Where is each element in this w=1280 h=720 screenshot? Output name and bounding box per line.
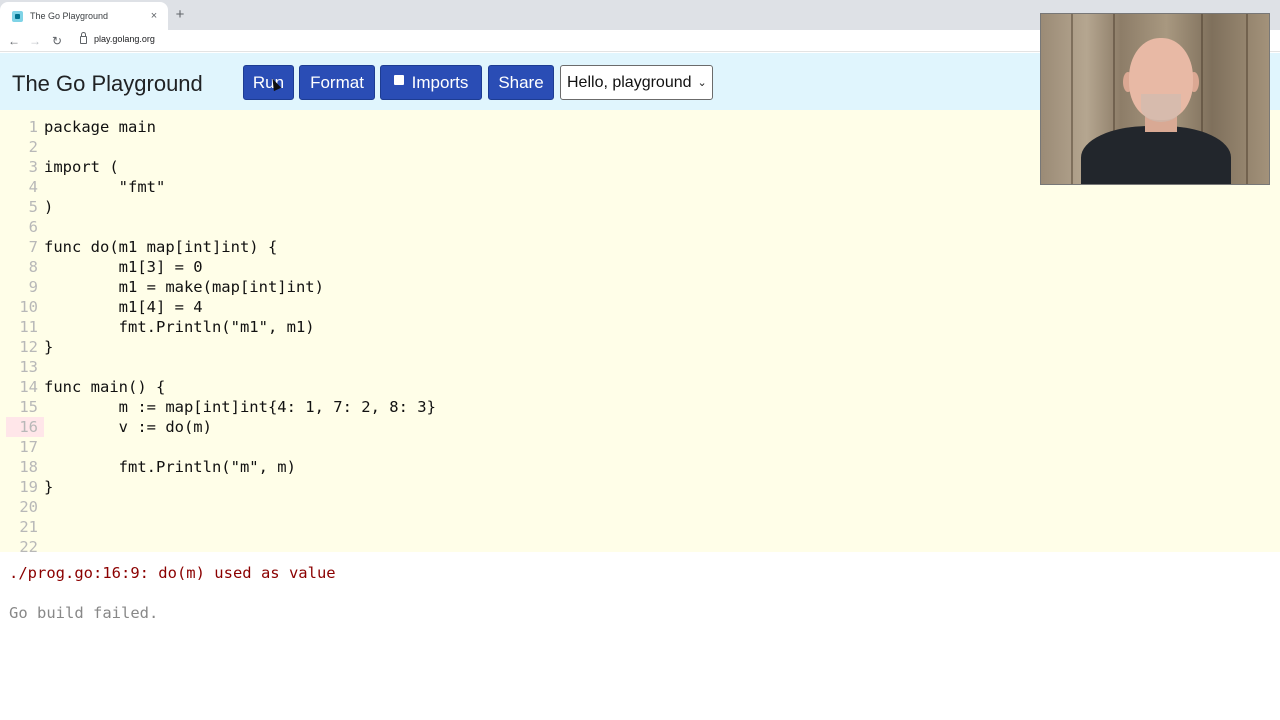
tab-close-icon[interactable]: × [148, 10, 160, 22]
code-line[interactable]: 7 func do(m1 map[int]int) { [0, 237, 1280, 257]
run-button[interactable]: Run [243, 65, 294, 100]
code-text[interactable]: m1 = make(map[int]int) [44, 277, 324, 297]
line-number: 21 [19, 518, 38, 536]
code-line[interactable]: 18 fmt.Println("m", m) [0, 457, 1280, 477]
reload-icon[interactable]: ↻ [49, 33, 65, 49]
gopher-favicon-icon [12, 10, 23, 22]
new-tab-icon[interactable]: + [172, 7, 188, 23]
imports-label: Imports [411, 72, 469, 92]
code-line[interactable]: 12} [0, 337, 1280, 357]
line-number: 3 [28, 158, 38, 176]
line-number: 9 [28, 278, 38, 296]
code-line[interactable]: 16 v := do(m) [0, 417, 1280, 437]
code-text[interactable]: package main [44, 117, 156, 137]
line-number: 1 [28, 118, 38, 136]
code-text[interactable]: ) [44, 197, 53, 217]
line-number: 14 [19, 378, 38, 396]
code-text[interactable]: "fmt" [44, 177, 166, 197]
imports-checkbox[interactable] [393, 74, 404, 85]
code-text[interactable]: } [44, 477, 53, 497]
code-line[interactable]: 11 fmt.Println("m1", m1) [0, 317, 1280, 337]
imports-button[interactable]: Imports [380, 65, 482, 100]
line-number: 2 [28, 138, 38, 156]
code-text[interactable]: v := do(m) [44, 417, 212, 437]
code-line[interactable]: 17 [0, 437, 1280, 457]
webcam-overlay [1040, 13, 1270, 185]
code-line[interactable]: 13 [0, 357, 1280, 377]
code-line[interactable]: 9 m1 = make(map[int]int) [0, 277, 1280, 297]
error-message: ./prog.go:16:9: do(m) used as value [9, 564, 336, 582]
presenter-body [1081, 126, 1231, 184]
format-button[interactable]: Format [299, 65, 375, 100]
line-number: 19 [19, 478, 38, 496]
browser-tab[interactable]: The Go Playground × [0, 2, 168, 30]
forward-icon[interactable]: → [27, 33, 43, 49]
code-text[interactable]: } [44, 337, 53, 357]
example-select-value: Hello, playground [567, 73, 692, 91]
code-text[interactable]: m1[4] = 4 [44, 297, 203, 317]
line-number: 11 [19, 318, 38, 336]
code-line[interactable]: 21 [0, 517, 1280, 537]
url-field[interactable]: play.golang.org [80, 32, 155, 44]
url-text: play.golang.org [94, 34, 155, 44]
line-number: 12 [19, 338, 38, 356]
line-number: 4 [28, 178, 38, 196]
line-number: 6 [28, 218, 38, 236]
code-text[interactable]: fmt.Println("m", m) [44, 457, 296, 477]
code-text[interactable]: func do(m1 map[int]int) { [44, 237, 277, 257]
code-line[interactable]: 22 [0, 537, 1280, 552]
line-number: 13 [19, 358, 38, 376]
code-text[interactable]: m1[3] = 0 [44, 257, 203, 277]
share-button[interactable]: Share [488, 65, 554, 100]
build-status: Go build failed. [9, 604, 159, 622]
code-line[interactable]: 19} [0, 477, 1280, 497]
code-text[interactable]: fmt.Println("m1", m1) [44, 317, 315, 337]
line-number: 22 [19, 538, 38, 552]
example-select[interactable]: Hello, playground ⌄ [560, 65, 713, 100]
line-number: 15 [19, 398, 38, 416]
code-line[interactable]: 5) [0, 197, 1280, 217]
line-number: 16 [19, 418, 38, 436]
lock-icon [80, 32, 87, 44]
code-line[interactable]: 15 m := map[int]int{4: 1, 7: 2, 8: 3} [0, 397, 1280, 417]
chevron-down-icon: ⌄ [697, 77, 707, 89]
code-line[interactable]: 8 m1[3] = 0 [0, 257, 1280, 277]
page-title: The Go Playground [12, 71, 203, 96]
line-number: 10 [19, 298, 38, 316]
code-text[interactable]: import ( [44, 157, 119, 177]
code-text[interactable]: func main() { [44, 377, 165, 397]
line-number: 7 [28, 238, 38, 256]
line-number: 18 [19, 458, 38, 476]
back-icon[interactable]: ← [6, 33, 22, 49]
code-line[interactable]: 20 [0, 497, 1280, 517]
line-number: 5 [28, 198, 38, 216]
code-text[interactable]: m := map[int]int{4: 1, 7: 2, 8: 3} [44, 397, 436, 417]
line-number: 17 [19, 438, 38, 456]
output-panel: ./prog.go:16:9: do(m) used as value Go b… [0, 552, 1280, 720]
code-line[interactable]: 6 [0, 217, 1280, 237]
line-number: 8 [28, 258, 38, 276]
tab-title: The Go Playground [30, 11, 109, 21]
line-number: 20 [19, 498, 38, 516]
code-line[interactable]: 14 func main() { [0, 377, 1280, 397]
code-line[interactable]: 10 m1[4] = 4 [0, 297, 1280, 317]
